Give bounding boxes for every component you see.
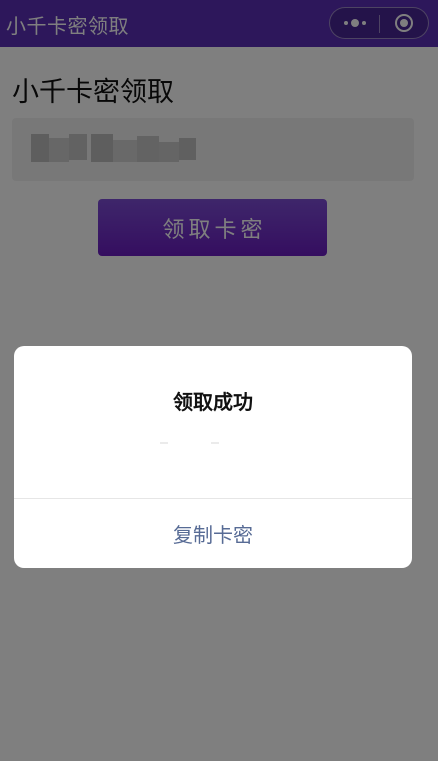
modal-title: 领取成功 xyxy=(173,390,253,414)
modal-content xyxy=(14,432,412,448)
success-modal: 领取成功 复制卡密 xyxy=(14,346,412,568)
copy-card-button[interactable]: 复制卡密 xyxy=(14,499,412,568)
